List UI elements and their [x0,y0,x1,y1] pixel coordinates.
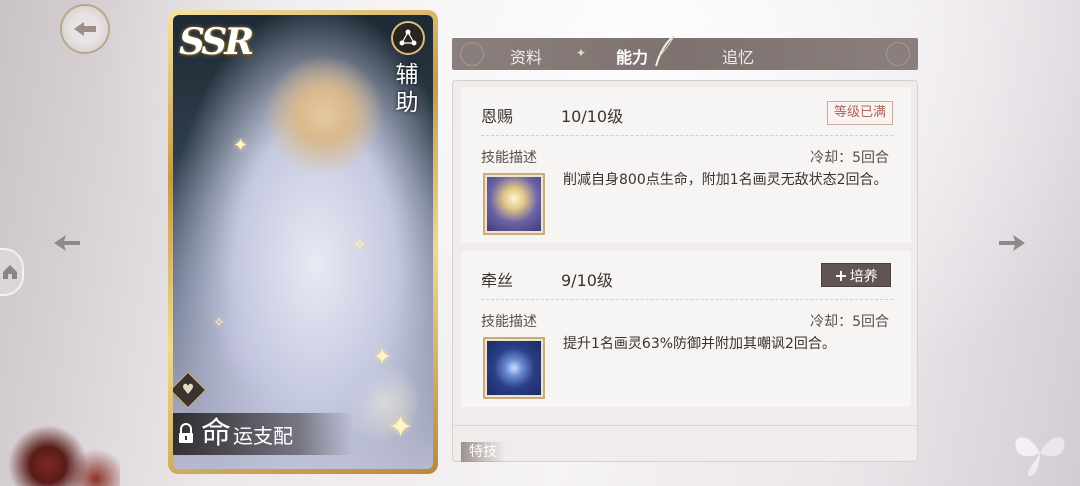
character-card[interactable]: ✦ ✦ ✧ ✧ ✦ SSR 辅助 ♥ 命 运支配 [168,10,438,474]
divider [481,299,893,300]
trait-label: 特技 [461,442,505,462]
trait-section: 特技 [453,425,917,462]
skill-name: 恩赐 [481,107,514,126]
next-arrow-icon [999,235,1025,251]
sparkle-icon: ✧ [213,315,225,331]
tab-ornament [460,42,484,66]
fate-title: 命 运支配 [173,413,353,455]
role-label: 辅助 [395,62,419,116]
cultivate-button-label: 培养 [849,269,878,285]
rose-decoration [0,416,120,486]
character-art: ✦ ✦ ✧ ✧ ✦ SSR 辅助 ♥ 命 运支配 [173,15,433,469]
skill-cooldown: 冷却：5回合 [810,150,889,166]
fate-title-initial: 命 [201,416,231,451]
skill-card: 牵丝 9/10级 + 培养 技能描述 冷却：5回合 提升1名画灵63%防御并附加其… [461,251,911,407]
saint-portrait-icon[interactable] [483,173,545,235]
tab-ornament [886,42,910,66]
divider [481,135,893,136]
tab-abilities[interactable]: 能力 [616,44,648,68]
rarity-label: SSR [179,21,254,63]
level-maxed-badge: 等级已满 [826,101,893,125]
detail-tab-bar: 资料 ✦ 能力 追忆 [452,35,918,70]
skill-description: 削减自身800点生命，附加1名画灵无敌状态2回合。 [563,172,888,188]
cultivate-button[interactable]: + 培养 [821,263,891,287]
sparkle-icon: ✧ [353,235,367,254]
plus-icon: + [834,266,848,285]
back-arrow-icon [74,22,96,36]
sparkle-icon: ✦ [233,135,249,156]
lock-icon [179,423,193,443]
butterfly-decoration-icon [1015,437,1065,476]
next-character-button[interactable] [997,228,1027,258]
back-button[interactable] [60,4,110,54]
skill-description-label: 技能描述 [481,150,537,166]
heart-icon[interactable]: ♥ [173,371,207,409]
skill-level: 9/10级 [561,271,613,290]
home-icon [3,265,17,279]
prev-character-button[interactable] [52,228,82,258]
support-role-icon [391,21,425,55]
compass-rune-icon[interactable] [483,337,545,399]
skills-panel: 恩赐 10/10级 等级已满 技能描述 冷却：5回合 削减自身800点生命，附加… [452,80,918,462]
feather-pen-icon [655,35,675,67]
skill-cooldown: 冷却：5回合 [810,314,889,330]
fate-title-rest: 运支配 [233,423,293,448]
tab-profile[interactable]: 资料 [510,44,542,68]
skill-description-label: 技能描述 [481,314,537,330]
prev-arrow-icon [54,235,80,251]
skill-description: 提升1名画灵63%防御并附加其嘲讽2回合。 [563,336,836,352]
skill-card: 恩赐 10/10级 等级已满 技能描述 冷却：5回合 削减自身800点生命，附加… [461,87,911,243]
skill-level: 10/10级 [561,107,624,126]
tab-separator: ✦ [576,46,587,60]
sparkle-icon: ✦ [373,345,392,370]
tab-memories[interactable]: 追忆 [722,44,754,68]
sparkle-icon: ✦ [388,410,414,445]
skill-name: 牵丝 [481,271,514,290]
